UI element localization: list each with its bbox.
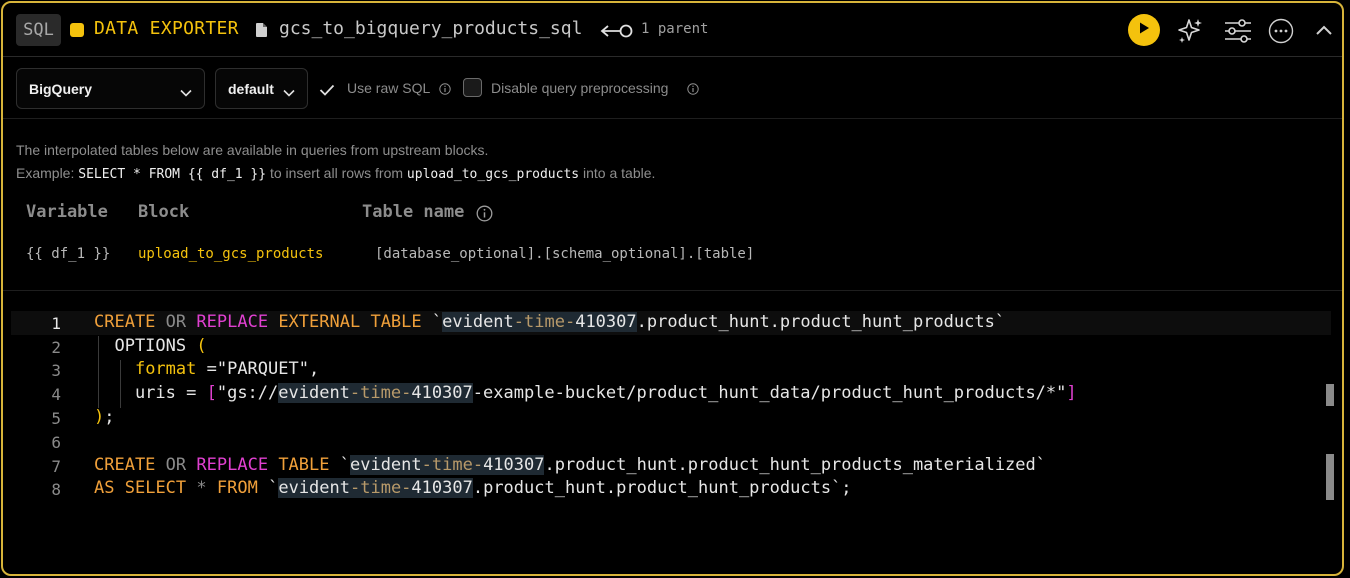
parent-link-icon[interactable] <box>600 23 634 44</box>
sql-block-card: SQL DATA EXPORTER gcs_to_bigquery_produc… <box>1 1 1344 576</box>
code-editor[interactable]: 1 2 3 4 5 6 7 8 CREATE OR REPLACE EXTERN… <box>3 292 1342 574</box>
more-icon[interactable] <box>1268 18 1294 49</box>
line-number: 3 <box>51 361 61 380</box>
run-block-button[interactable] <box>1128 14 1160 46</box>
code-line[interactable]: format ="PARQUET", <box>94 359 319 379</box>
file-icon <box>255 22 269 43</box>
line-number: 4 <box>51 385 61 404</box>
block-toolbar: BigQuery default Use raw SQL Disable que… <box>3 57 1342 119</box>
line-number: 1 <box>51 314 61 333</box>
code-line[interactable]: OPTIONS ( <box>94 336 206 356</box>
code-line[interactable]: AS SELECT * FROM `evident-time-410307.pr… <box>94 478 852 498</box>
code-line[interactable]: ); <box>94 407 115 427</box>
example-code: SELECT * FROM {{ df_1 }} <box>78 167 267 182</box>
block-type-color-icon <box>70 23 84 37</box>
example-mid: to insert all rows from <box>266 165 407 181</box>
block-header: SQL DATA EXPORTER gcs_to_bigquery_produc… <box>3 3 1342 57</box>
use-raw-sql-label[interactable]: Use raw SQL <box>347 80 430 96</box>
sparkles-icon[interactable] <box>1176 17 1204 50</box>
line-number: 2 <box>51 338 61 357</box>
table-cell-variable: {{ df_1 }} <box>26 246 111 262</box>
column-header-block: Block <box>138 202 190 222</box>
use-raw-sql-checkbox[interactable] <box>319 83 335 101</box>
chevron-down-icon <box>180 84 192 100</box>
code-line[interactable]: CREATE OR REPLACE EXTERNAL TABLE `eviden… <box>94 312 1005 332</box>
connection-select-value: BigQuery <box>29 80 93 97</box>
interpolated-tables-section: The interpolated tables below are availa… <box>3 120 1342 291</box>
connection-select[interactable]: BigQuery <box>16 68 205 109</box>
example-block: upload_to_gcs_products <box>406 167 580 182</box>
table-cell-table-name: [database_optional].[schema_optional].[t… <box>375 246 755 262</box>
disable-preprocessing-checkbox[interactable] <box>463 78 482 97</box>
code-line[interactable]: CREATE OR REPLACE TABLE `evident-time-41… <box>94 455 1046 475</box>
table-cell-block[interactable]: upload_to_gcs_products <box>138 246 323 262</box>
sliders-icon[interactable] <box>1224 19 1252 48</box>
info-description: The interpolated tables below are availa… <box>16 142 489 158</box>
line-number: 5 <box>51 409 61 428</box>
column-header-table-name: Table name <box>362 202 465 222</box>
line-number: 8 <box>51 480 61 499</box>
block-type-label: DATA EXPORTER <box>94 18 239 39</box>
line-number: 7 <box>51 457 61 476</box>
info-icon[interactable] <box>439 82 451 100</box>
disable-preprocessing-label[interactable]: Disable query preprocessing <box>491 80 668 96</box>
parent-count-label[interactable]: 1 parent <box>641 21 708 37</box>
example-prefix: Example: <box>16 165 79 181</box>
block-name[interactable]: gcs_to_bigquery_products_sql <box>279 18 582 39</box>
example-suffix: into a table. <box>579 165 656 181</box>
profile-select-value: default <box>228 80 274 97</box>
info-icon[interactable] <box>476 205 493 227</box>
column-header-variable: Variable <box>26 202 108 222</box>
chevron-down-icon <box>283 84 295 100</box>
play-icon <box>1137 21 1151 40</box>
line-number: 6 <box>51 433 61 452</box>
info-example: Example: SELECT * FROM {{ df_1 }} to ins… <box>16 165 655 182</box>
profile-select[interactable]: default <box>215 68 308 109</box>
scrollbar-marker[interactable] <box>1326 384 1334 406</box>
info-icon[interactable] <box>687 82 699 100</box>
chevron-up-icon[interactable] <box>1315 23 1333 41</box>
code-line[interactable]: uris = ["gs://evident-time-410307-exampl… <box>94 383 1077 403</box>
scrollbar-marker[interactable] <box>1326 454 1334 500</box>
language-badge[interactable]: SQL <box>16 14 61 46</box>
